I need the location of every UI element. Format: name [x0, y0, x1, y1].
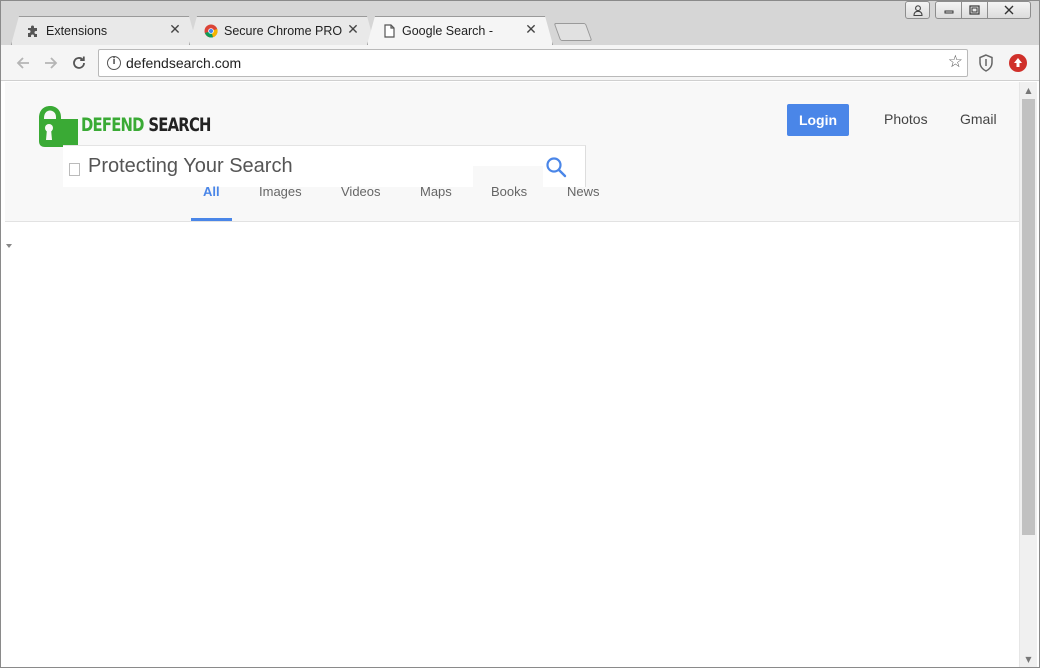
- vertical-scrollbar[interactable]: ▲ ▼: [1019, 82, 1037, 667]
- maximize-icon[interactable]: [961, 1, 988, 19]
- page-icon: [382, 24, 396, 38]
- tab-title: Google Search -: [402, 24, 494, 38]
- logo-word-defend: DEFEND: [81, 114, 144, 136]
- logo-word-search: SEARCH: [148, 114, 211, 136]
- search-input[interactable]: Protecting Your Search: [88, 155, 293, 178]
- nav-tab-all[interactable]: All: [203, 184, 220, 199]
- search-icon[interactable]: [545, 156, 567, 178]
- small-marker: [6, 244, 12, 248]
- logo-text: DEFEND SEARCH: [81, 114, 211, 136]
- nav-active-underline: [191, 218, 232, 221]
- shield-icon[interactable]: [978, 54, 994, 72]
- reload-icon: [73, 56, 85, 69]
- chrome-icon: [204, 24, 218, 38]
- user-icon[interactable]: [905, 1, 930, 19]
- search-checkbox[interactable]: [69, 163, 80, 176]
- nav-tab-videos[interactable]: Videos: [341, 184, 381, 199]
- gmail-link[interactable]: Gmail: [960, 111, 997, 127]
- close-window-icon[interactable]: [987, 1, 1031, 19]
- window-controls: [905, 1, 1031, 19]
- browser-toolbar: i defendsearch.com ☆: [1, 45, 1039, 81]
- tab-extensions[interactable]: Extensions ✕: [11, 16, 197, 45]
- address-bar[interactable]: i defendsearch.com ☆: [98, 49, 968, 77]
- scroll-up-icon[interactable]: ▲: [1020, 82, 1037, 98]
- photos-link[interactable]: Photos: [884, 111, 928, 127]
- lock-logo-icon: [39, 106, 78, 147]
- close-icon[interactable]: ✕: [346, 23, 360, 37]
- browser-window: Extensions ✕ Secure Chrome PRO - ✕ Googl…: [0, 0, 1040, 668]
- tab-title: Extensions: [46, 24, 108, 38]
- address-url[interactable]: defendsearch.com: [126, 55, 241, 71]
- close-icon[interactable]: ✕: [168, 23, 182, 37]
- new-tab-button[interactable]: [553, 23, 593, 41]
- nav-tab-books[interactable]: Books: [491, 184, 527, 199]
- close-icon[interactable]: ✕: [524, 23, 538, 37]
- login-button[interactable]: Login: [787, 104, 849, 136]
- nav-tab-images[interactable]: Images: [259, 184, 302, 199]
- site-header: DEFEND SEARCH Protecting Your Search All …: [5, 82, 1019, 222]
- tab-google-search[interactable]: Google Search - ✕: [367, 16, 553, 45]
- forward-button[interactable]: [41, 53, 61, 73]
- tab-title: Secure Chrome PRO -: [224, 24, 344, 38]
- extension-upload-icon[interactable]: [1009, 54, 1027, 72]
- scroll-down-icon[interactable]: ▼: [1020, 651, 1037, 667]
- puzzle-icon: [26, 24, 40, 38]
- reload-button[interactable]: [69, 53, 89, 73]
- minimize-icon[interactable]: [935, 1, 962, 19]
- page-viewport: DEFEND SEARCH Protecting Your Search All …: [5, 82, 1019, 667]
- arrow-right-icon: [45, 57, 58, 69]
- nav-tab-maps[interactable]: Maps: [420, 184, 452, 199]
- tab-secure-chrome[interactable]: Secure Chrome PRO - ✕: [189, 16, 375, 45]
- scrollbar-thumb[interactable]: [1022, 99, 1035, 535]
- nav-tab-news[interactable]: News: [567, 184, 600, 199]
- info-icon[interactable]: i: [107, 56, 121, 70]
- arrow-left-icon: [16, 57, 29, 69]
- star-icon[interactable]: ☆: [948, 52, 963, 72]
- back-button[interactable]: [13, 53, 33, 73]
- tab-strip: Extensions ✕ Secure Chrome PRO - ✕ Googl…: [1, 1, 1039, 45]
